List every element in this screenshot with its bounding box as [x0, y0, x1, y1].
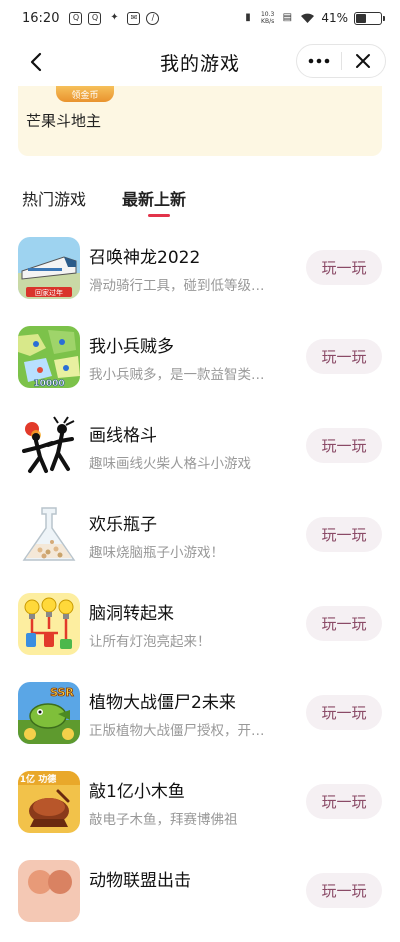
active-tab-indicator [148, 214, 171, 217]
game-tabs: 热门游戏 最新上新 [22, 186, 186, 220]
mini-program-capsule [296, 44, 386, 78]
list-item[interactable]: 回家过年 召唤神龙2022 滑动骑行工具，碰到低等级… 玩一玩 [0, 230, 400, 319]
pvz-game-icon: SSR [18, 682, 80, 744]
play-button[interactable]: 玩一玩 [306, 517, 382, 552]
list-item[interactable]: 动物联盟出击 玩一玩 [0, 853, 400, 942]
stickman-fight-game-icon [18, 415, 80, 477]
game-title: 召唤神龙2022 [89, 248, 201, 268]
icon-label: 回家过年 [35, 288, 63, 297]
icon-label: 1亿 功德 [20, 773, 56, 785]
play-button[interactable]: 玩一玩 [306, 606, 382, 641]
battery-icon [354, 11, 385, 25]
game-description: 敲电子木鱼，拜赛博佛祖 [89, 812, 238, 828]
wooden-fish-game-icon: 1亿 功德 [18, 771, 80, 833]
game-title: 脑洞转起来 [89, 604, 174, 624]
game-description: 我小兵贼多，是一款益智类… [89, 367, 265, 383]
play-button[interactable]: 玩一玩 [306, 428, 382, 463]
icon-label: SSR [50, 686, 74, 699]
q-app-icon: Q [88, 11, 102, 25]
tab-label: 热门游戏 [22, 190, 87, 209]
promo-game-name: 芒果斗地主 [26, 112, 102, 130]
game-title: 动物联盟出击 [89, 871, 191, 891]
net-speed-value: 10.3 [260, 11, 275, 18]
promo-card[interactable]: 领金币 芒果斗地主 [18, 86, 382, 156]
close-button[interactable] [341, 45, 385, 77]
list-item[interactable]: 欢乐瓶子 趣味烧脑瓶子小游戏！ 玩一玩 [0, 497, 400, 586]
q-app-icon: Q [69, 11, 83, 25]
coin-badge: 领金币 [56, 86, 114, 102]
wifi-icon [301, 13, 315, 23]
mail-icon: ✉ [127, 11, 141, 25]
list-item[interactable]: 画线格斗 趣味画线火柴人格斗小游戏 玩一玩 [0, 408, 400, 497]
list-item[interactable]: 1亿 功德 敲1亿小木鱼 敲电子木鱼，拜赛博佛祖 玩一玩 [0, 764, 400, 853]
status-time: 16:20 [22, 10, 60, 26]
play-button[interactable]: 玩一玩 [306, 339, 382, 374]
sim-icon: ▤ [282, 12, 293, 23]
more-button[interactable] [297, 45, 341, 77]
train-game-icon: 回家过年 [18, 237, 80, 299]
lightbulb-game-icon [18, 593, 80, 655]
game-title: 画线格斗 [89, 426, 157, 446]
animal-game-icon [18, 860, 80, 922]
play-button[interactable]: 玩一玩 [306, 873, 382, 908]
app-icon: ∕ [146, 11, 160, 25]
back-button[interactable] [22, 48, 50, 76]
game-description: 滑动骑行工具，碰到低等级… [89, 278, 265, 294]
net-speed-unit: KB/s [261, 18, 275, 25]
close-icon [356, 54, 371, 68]
battery-fill [356, 13, 366, 23]
status-bar: 16:20 Q Q ✦ ✉ ∕ ▮ 10.3 KB/s ▤ 41% [0, 0, 400, 36]
game-description: 正版植物大战僵尸授权，开… [89, 723, 265, 739]
game-description: 让所有灯泡亮起来！ [89, 634, 211, 650]
tab-hot-games[interactable]: 热门游戏 [22, 186, 86, 220]
battery-percent: 41% [321, 11, 348, 25]
list-item[interactable]: SSR 植物大战僵尸2未来 正版植物大战僵尸授权，开… 玩一玩 [0, 675, 400, 764]
flask-game-icon [18, 504, 80, 566]
game-list: 回家过年 召唤神龙2022 滑动骑行工具，碰到低等级… 玩一玩 10000 我小… [0, 230, 400, 942]
play-button[interactable]: 玩一玩 [306, 695, 382, 730]
game-title: 敲1亿小木鱼 [89, 782, 185, 802]
game-title: 我小兵贼多 [89, 337, 174, 357]
play-button[interactable]: 玩一玩 [306, 784, 382, 819]
more-dots-icon [308, 58, 330, 64]
status-right: ▮ 10.3 KB/s ▤ 41% [241, 11, 385, 25]
game-title: 植物大战僵尸2未来 [89, 693, 236, 713]
video-app-icon: ✦ [110, 12, 119, 23]
tab-label: 最新上新 [122, 190, 187, 209]
vibrate-icon: ▮ [245, 12, 251, 23]
status-left: 16:20 Q Q ✦ ✉ ∕ [22, 10, 160, 26]
tab-newest[interactable]: 最新上新 [122, 186, 186, 220]
net-speed: 10.3 KB/s [261, 11, 274, 25]
game-title: 欢乐瓶子 [89, 515, 157, 535]
soldiers-map-game-icon: 10000 [18, 326, 80, 388]
game-description: 趣味画线火柴人格斗小游戏 [89, 456, 251, 472]
list-item[interactable]: 脑洞转起来 让所有灯泡亮起来！ 玩一玩 [0, 586, 400, 675]
page-title: 我的游戏 [159, 52, 240, 75]
nav-bar: 我的游戏 [0, 38, 400, 86]
game-description: 趣味烧脑瓶子小游戏！ [89, 545, 224, 561]
list-item[interactable]: 10000 我小兵贼多 我小兵贼多，是一款益智类… 玩一玩 [0, 319, 400, 408]
back-arrow-icon [30, 52, 42, 72]
icon-label: 10000 [33, 379, 64, 388]
play-button[interactable]: 玩一玩 [306, 250, 382, 285]
